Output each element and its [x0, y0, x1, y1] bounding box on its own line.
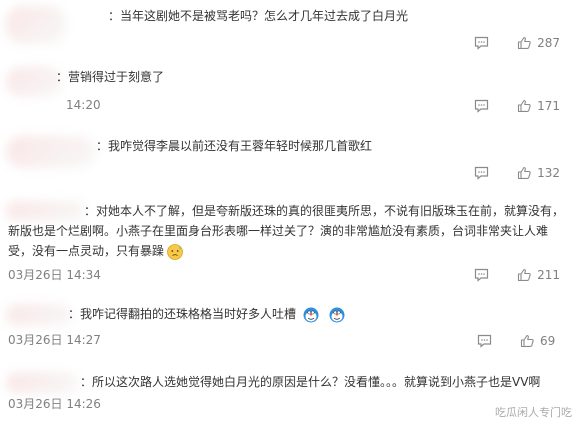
comment-icon[interactable] — [477, 334, 492, 348]
sweat-face-emoji — [167, 243, 183, 260]
comment-actions: 69 — [477, 334, 560, 348]
comment-actions: 211 — [474, 268, 560, 282]
thumbs-up-icon — [518, 166, 531, 180]
thumbs-up-icon — [518, 36, 531, 50]
comment-list: ：当年这剧她不是被骂老吗？怎么才几年过去成了白月光 287 ：营销得过于刻意了 … — [0, 0, 580, 426]
doraemon-emoji — [303, 307, 319, 322]
comment-icon[interactable] — [474, 268, 489, 282]
blurred-username — [6, 136, 96, 168]
comment-time: 14:20 — [66, 98, 101, 112]
comment-item: ：我咋觉得李晨以前还没有王蓉年轻时候那几首歌红 132 — [0, 136, 580, 186]
comment-item: ：我咋记得翻拍的还珠格格当时好多人吐槽 03月26日 14:27 69 — [0, 304, 580, 350]
thumbs-up-icon — [518, 99, 531, 113]
comment-actions: 287 — [474, 36, 560, 50]
doraemon-emoji — [329, 307, 345, 322]
blurred-username — [6, 304, 72, 326]
watermark: 吃瓜闲人专门吃 — [495, 406, 572, 419]
like-count: 69 — [540, 334, 556, 348]
like-button[interactable]: 132 — [517, 166, 560, 180]
like-count: 171 — [537, 99, 560, 113]
like-count: 132 — [537, 166, 560, 180]
comment-item: ：当年这剧她不是被骂老吗？怎么才几年过去成了白月光 287 — [0, 6, 580, 61]
comment-actions: 171 — [474, 99, 560, 113]
like-count: 211 — [537, 268, 560, 282]
thumbs-up-icon — [520, 334, 534, 348]
comment-text: ：我咋记得翻拍的还珠格格当时好多人吐槽 — [68, 304, 346, 324]
comment-item: ：营销得过于刻意了 14:20 171 — [0, 67, 580, 117]
comment-text-content: ：我咋记得翻拍的还珠格格当时好多人吐槽 — [68, 307, 297, 321]
comment-time: 03月26日 14:27 — [8, 333, 101, 347]
comment-text-line3: 受，没有一点灵动，只有暴躁 — [8, 241, 184, 261]
like-button[interactable]: 211 — [517, 268, 560, 282]
comment-text-line3-content: 受，没有一点灵动，只有暴躁 — [8, 244, 165, 258]
thumbs-up-icon — [518, 268, 531, 282]
comment-item: ：对她本人不了解，但是夸新版还珠的真的很匪夷所思，不说有旧版珠玉在前，就算没有，… — [0, 201, 580, 287]
comment-text: ：当年这剧她不是被骂老吗？怎么才几年过去成了白月光 — [108, 9, 409, 23]
like-button[interactable]: 287 — [517, 36, 560, 50]
comment-icon[interactable] — [474, 36, 489, 50]
blurred-username — [6, 6, 66, 44]
blurred-username — [6, 67, 62, 97]
like-button[interactable]: 69 — [520, 334, 560, 348]
comment-item: ：所以这次路人选她觉得她白月光的原因是什么？没看懂。。。就算说到小燕子也是VV啊… — [0, 372, 580, 418]
comment-time: 03月26日 14:34 — [8, 268, 101, 282]
comment-text: ：所以这次路人选她觉得她白月光的原因是什么？没看懂。。。就算说到小燕子也是VV啊 — [80, 375, 541, 389]
comment-text: ：营销得过于刻意了 — [56, 70, 165, 84]
comment-text: ：我咋觉得李晨以前还没有王蓉年轻时候那几首歌红 — [96, 139, 373, 153]
comment-icon[interactable] — [474, 99, 489, 113]
blurred-username — [6, 201, 86, 221]
comment-icon[interactable] — [474, 166, 489, 180]
like-button[interactable]: 171 — [517, 99, 560, 113]
blurred-username — [6, 372, 78, 394]
comment-time: 03月26日 14:26 — [8, 397, 101, 411]
like-count: 287 — [537, 36, 560, 50]
comment-actions: 132 — [474, 166, 560, 180]
comment-text-line2: 新版也是个烂剧啊。小燕子在里面身台形表哪一样过关了？演的非常尴尬没有素质，台词非… — [8, 224, 549, 238]
comment-text-line1: ：对她本人不了解，但是夸新版还珠的真的很匪夷所思，不说有旧版珠玉在前，就算没有， — [84, 204, 565, 218]
